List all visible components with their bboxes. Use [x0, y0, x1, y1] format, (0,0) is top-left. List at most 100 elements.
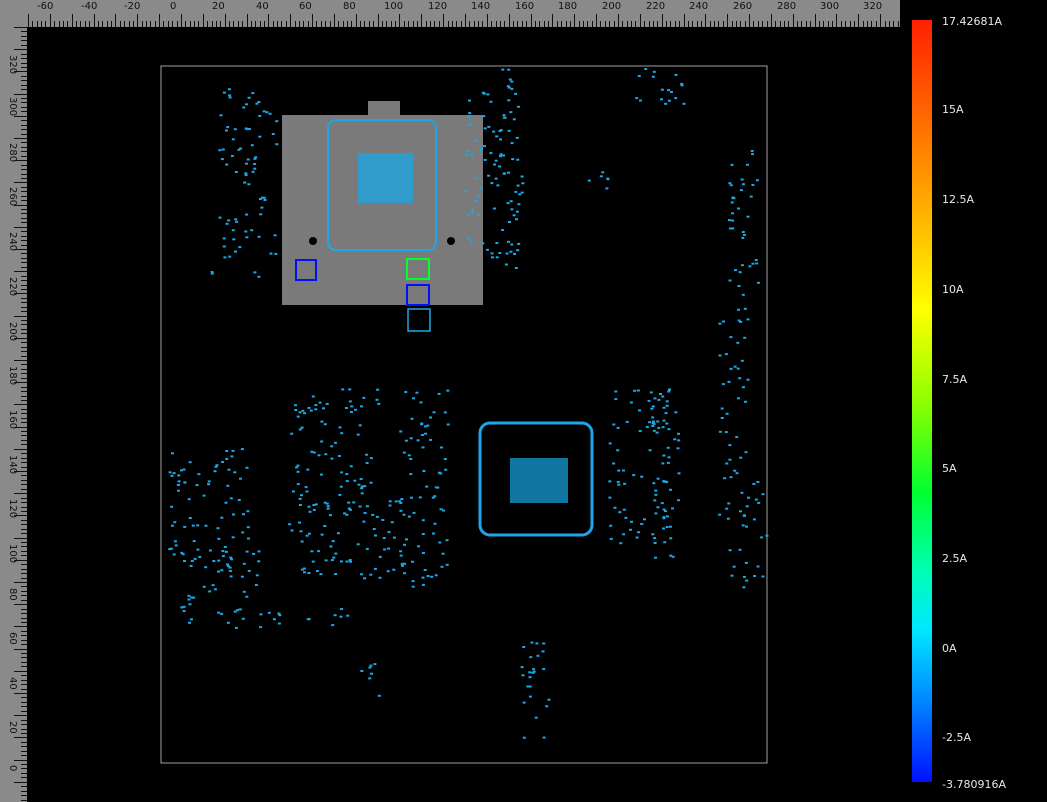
pad: [721, 383, 725, 386]
pad: [247, 96, 251, 99]
ruler-label: 120: [428, 1, 448, 12]
pad: [541, 650, 545, 653]
pad: [654, 512, 658, 515]
ruler-tick: [14, 160, 27, 162]
ruler-tick: [21, 324, 27, 326]
pad: [336, 532, 340, 535]
pad: [534, 716, 538, 719]
pad: [761, 493, 765, 496]
ruler-tick: [543, 21, 545, 27]
pad: [416, 439, 420, 442]
pad: [517, 203, 521, 206]
pad: [232, 238, 236, 241]
pad: [638, 430, 642, 432]
pad: [421, 533, 425, 535]
pad: [514, 190, 518, 193]
pad: [241, 531, 245, 534]
pad: [605, 187, 609, 190]
pad: [291, 490, 295, 493]
pad: [612, 462, 616, 465]
ruler-tick: [21, 550, 27, 552]
ruler-label: 260: [733, 1, 753, 12]
top-ruler[interactable]: -60 -40 -20 0 20 40 60 80 100 120 140 16…: [0, 0, 900, 27]
pad: [340, 608, 344, 610]
ruler-tick: [368, 21, 370, 27]
pad: [511, 158, 515, 161]
pad: [765, 534, 769, 537]
ruler-tick: [167, 21, 169, 27]
pad: [345, 480, 349, 483]
pad: [223, 256, 227, 259]
pad: [298, 428, 302, 431]
pad: [309, 409, 313, 412]
pcb-board-view[interactable]: [28, 28, 900, 802]
pad: [724, 353, 728, 356]
pad: [434, 574, 438, 577]
pad: [496, 184, 500, 187]
pad: [177, 489, 180, 492]
pad: [506, 171, 510, 174]
ruler-tick: [14, 626, 27, 628]
pad: [651, 416, 655, 419]
pad: [671, 507, 674, 510]
ruler-tick: [766, 21, 768, 27]
ruler-tick: [21, 484, 27, 486]
pad: [187, 598, 191, 601]
pad: [614, 390, 618, 393]
pad: [735, 436, 739, 439]
ruler-tick: [21, 639, 27, 641]
pad: [731, 219, 735, 222]
ruler-tick: [534, 21, 536, 27]
pad: [510, 142, 514, 145]
pad: [733, 365, 737, 368]
ruler-tick: [897, 21, 899, 27]
pad: [228, 94, 232, 97]
pad: [608, 442, 612, 445]
left-ruler[interactable]: 320 300 280 260 240 220 200 180 160 140 …: [0, 27, 27, 802]
pad: [252, 553, 256, 555]
ruler-tick: [21, 706, 27, 708]
pad: [760, 536, 764, 539]
ruler-tick: [456, 21, 458, 27]
pad: [324, 453, 328, 456]
pad: [349, 411, 353, 413]
legend-label: 12.5A: [942, 193, 975, 206]
pcb-canvas[interactable]: [28, 28, 900, 802]
ruler-tick: [21, 697, 27, 699]
pad: [494, 159, 498, 162]
ruler-tick: [14, 49, 27, 51]
ruler-tick: [705, 14, 707, 27]
pad: [360, 487, 364, 490]
pad: [296, 483, 300, 486]
ruler-label: 0: [7, 765, 18, 772]
ruler-tick: [888, 21, 890, 27]
pad: [725, 507, 729, 510]
pad: [654, 493, 658, 496]
pad: [728, 219, 731, 222]
ruler-tick: [818, 21, 820, 27]
pad: [213, 588, 217, 591]
pad: [468, 99, 471, 102]
ruler-tick: [561, 21, 563, 27]
pad: [665, 515, 669, 518]
pad: [510, 208, 514, 211]
pad: [443, 458, 447, 460]
chipset-bga[interactable]: [478, 421, 594, 537]
pad: [277, 622, 281, 625]
pad: [662, 527, 665, 530]
ruler-label: 0: [170, 1, 177, 12]
pad: [515, 136, 519, 139]
ruler-tick: [508, 14, 510, 27]
pad: [170, 524, 174, 527]
pad: [238, 246, 242, 249]
pad: [340, 471, 344, 474]
pad: [728, 444, 732, 447]
pad: [404, 439, 408, 442]
pad: [669, 537, 673, 540]
pad: [612, 423, 616, 426]
pad: [356, 543, 360, 546]
ruler-tick: [21, 595, 27, 597]
cpu-socket-region[interactable]: [282, 101, 483, 332]
pad: [383, 548, 387, 551]
legend-label: -2.5A: [942, 731, 971, 744]
